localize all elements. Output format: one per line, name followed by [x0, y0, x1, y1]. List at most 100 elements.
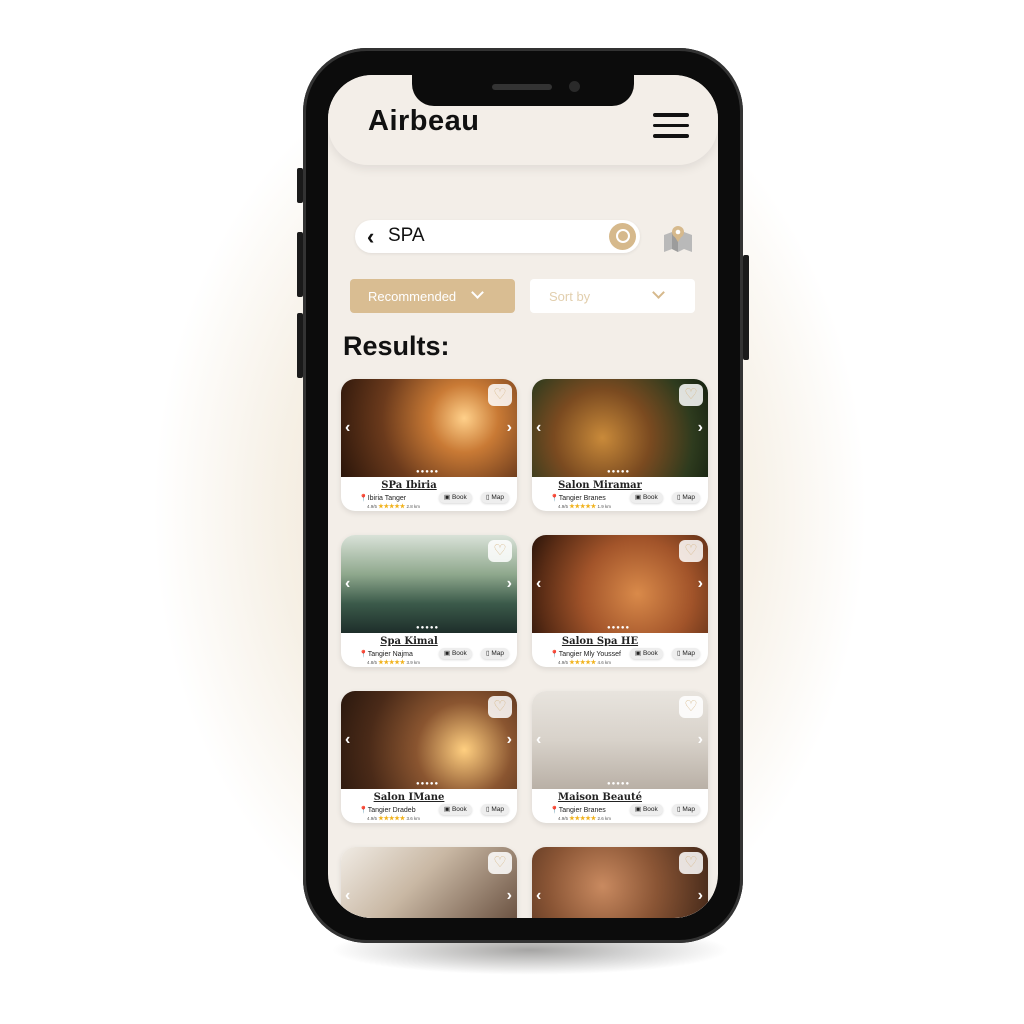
- location-pin-icon: 📍: [550, 495, 559, 502]
- card-rating: 4.8/5 ★★★★★ 3.9 km: [367, 660, 420, 666]
- book-button[interactable]: ▣ Book: [630, 648, 663, 659]
- map-button[interactable]: ▯ Map: [481, 492, 510, 503]
- chevron-left-icon[interactable]: ‹: [367, 224, 374, 250]
- card-title[interactable]: Spa Kimal: [341, 636, 517, 647]
- card-location: 📍Tangier Mly Youssef: [550, 651, 621, 658]
- screen: Airbeau ‹ SPA Recommended Sort by Result…: [328, 75, 718, 918]
- card-title[interactable]: Salon Spa HE: [532, 636, 708, 647]
- location-pin-icon: 📍: [550, 651, 559, 658]
- chevron-right-icon[interactable]: ›: [698, 887, 703, 905]
- carousel-dots: ●●●●●: [607, 781, 631, 787]
- chevron-right-icon[interactable]: ›: [507, 731, 512, 749]
- search-bar[interactable]: ‹ SPA: [355, 220, 640, 253]
- book-button[interactable]: ▣ Book: [439, 492, 472, 503]
- book-button[interactable]: ▣ Book: [630, 804, 663, 815]
- card-title[interactable]: Salon IMane: [341, 792, 517, 803]
- carousel-dots: ●●●●●: [416, 625, 440, 631]
- result-card[interactable]: ♡ ‹ › ●●●●● Salon Miramar 📍Tangier Brane…: [532, 379, 708, 511]
- card-rating: 4.9/5 ★★★★★ 2.8 km: [367, 504, 420, 510]
- carousel-dots: ●●●●●: [607, 625, 631, 631]
- location-pin-icon: 📍: [359, 651, 368, 658]
- chevron-right-icon[interactable]: ›: [698, 419, 703, 437]
- app-logo[interactable]: Airbeau: [368, 105, 479, 138]
- chevron-right-icon[interactable]: ›: [507, 575, 512, 593]
- card-location: 📍Tangier Branes: [550, 495, 606, 502]
- sort-by-label: Sort by: [549, 289, 591, 304]
- map-button[interactable]: ▯ Map: [672, 804, 701, 815]
- card-location: 📍Ibiria Tanger: [359, 495, 407, 502]
- card-rating: 4.9/5 ★★★★★ 1.9 km: [558, 504, 611, 510]
- result-card[interactable]: ♡ ‹ › ●●●●● Salon IMane 📍Tangier Dradeb …: [341, 691, 517, 823]
- map-pin-icon[interactable]: [662, 225, 694, 253]
- hamburger-menu-icon[interactable]: [653, 113, 689, 145]
- chevron-left-icon[interactable]: ‹: [536, 575, 541, 593]
- location-pin-icon: 📍: [359, 495, 368, 502]
- volume-down-button: [297, 313, 303, 378]
- map-button[interactable]: ▯ Map: [481, 648, 510, 659]
- star-icons: ★★★★★: [378, 816, 406, 822]
- heart-icon[interactable]: ♡: [679, 852, 703, 874]
- book-button[interactable]: ▣ Book: [439, 804, 472, 815]
- card-title[interactable]: Salon Miramar: [532, 480, 708, 491]
- heart-icon[interactable]: ♡: [488, 540, 512, 562]
- notch: [412, 72, 634, 106]
- card-title[interactable]: SPa Ibiria: [341, 480, 517, 491]
- heart-icon[interactable]: ♡: [488, 384, 512, 406]
- sort-by-dropdown[interactable]: Sort by: [530, 279, 695, 313]
- result-card[interactable]: ♡ ‹ › ●●●●●: [532, 847, 708, 918]
- card-rating: 4.9/5 ★★★★★ 3.6 km: [367, 816, 420, 822]
- card-location: 📍Tangier Dradeb: [359, 807, 416, 814]
- power-button: [743, 255, 749, 360]
- chevron-right-icon[interactable]: ›: [507, 419, 512, 437]
- chevron-left-icon[interactable]: ‹: [536, 419, 541, 437]
- chevron-right-icon[interactable]: ›: [698, 731, 703, 749]
- chevron-left-icon[interactable]: ‹: [345, 887, 350, 905]
- chevron-left-icon[interactable]: ‹: [536, 887, 541, 905]
- map-button[interactable]: ▯ Map: [672, 648, 701, 659]
- heart-icon[interactable]: ♡: [679, 540, 703, 562]
- recommended-label: Recommended: [368, 289, 457, 304]
- card-rating: 4.9/5 ★★★★★ 4.6 km: [558, 660, 611, 666]
- mute-switch: [297, 168, 303, 203]
- result-card[interactable]: ♡ ‹ › ●●●●● Spa Kimal 📍Tangier Najma 4.8…: [341, 535, 517, 667]
- map-button[interactable]: ▯ Map: [672, 492, 701, 503]
- heart-icon[interactable]: ♡: [488, 852, 512, 874]
- carousel-dots: ●●●●●: [416, 469, 440, 475]
- book-button[interactable]: ▣ Book: [439, 648, 472, 659]
- chevron-left-icon[interactable]: ‹: [345, 419, 350, 437]
- book-button[interactable]: ▣ Book: [630, 492, 663, 503]
- chevron-left-icon[interactable]: ‹: [345, 575, 350, 593]
- star-icons: ★★★★★: [569, 816, 597, 822]
- result-card[interactable]: ♡ ‹ › ●●●●● Salon Spa HE 📍Tangier Mly Yo…: [532, 535, 708, 667]
- result-card[interactable]: ♡ ‹ › ●●●●●: [341, 847, 517, 918]
- chevron-right-icon[interactable]: ›: [507, 887, 512, 905]
- chevron-right-icon[interactable]: ›: [698, 575, 703, 593]
- chevron-down-icon: [471, 286, 484, 299]
- star-icons: ★★★★★: [569, 504, 597, 510]
- heart-icon[interactable]: ♡: [679, 384, 703, 406]
- card-location: 📍Tangier Branes: [550, 807, 606, 814]
- heart-icon[interactable]: ♡: [488, 696, 512, 718]
- card-rating: 4.9/5 ★★★★★ 2.6 km: [558, 816, 611, 822]
- map-button[interactable]: ▯ Map: [481, 804, 510, 815]
- camera: [569, 81, 580, 92]
- recommended-dropdown[interactable]: Recommended: [350, 279, 515, 313]
- card-location: 📍Tangier Najma: [359, 651, 413, 658]
- heart-icon[interactable]: ♡: [679, 696, 703, 718]
- chevron-down-icon: [652, 286, 665, 299]
- result-card[interactable]: ♡ ‹ › ●●●●● SPa Ibiria 📍Ibiria Tanger 4.…: [341, 379, 517, 511]
- location-pin-icon: 📍: [550, 807, 559, 814]
- chevron-left-icon[interactable]: ‹: [345, 731, 350, 749]
- card-title[interactable]: Maison Beauté: [532, 792, 708, 803]
- result-card[interactable]: ♡ ‹ › ●●●●● Maison Beauté 📍Tangier Brane…: [532, 691, 708, 823]
- star-icons: ★★★★★: [569, 660, 597, 666]
- chevron-left-icon[interactable]: ‹: [536, 731, 541, 749]
- search-icon[interactable]: [609, 223, 636, 250]
- search-input[interactable]: SPA: [388, 225, 425, 247]
- volume-up-button: [297, 232, 303, 297]
- results-heading: Results:: [343, 331, 450, 361]
- carousel-dots: ●●●●●: [607, 469, 631, 475]
- location-pin-icon: 📍: [359, 807, 368, 814]
- star-icons: ★★★★★: [378, 660, 406, 666]
- star-icons: ★★★★★: [378, 504, 406, 510]
